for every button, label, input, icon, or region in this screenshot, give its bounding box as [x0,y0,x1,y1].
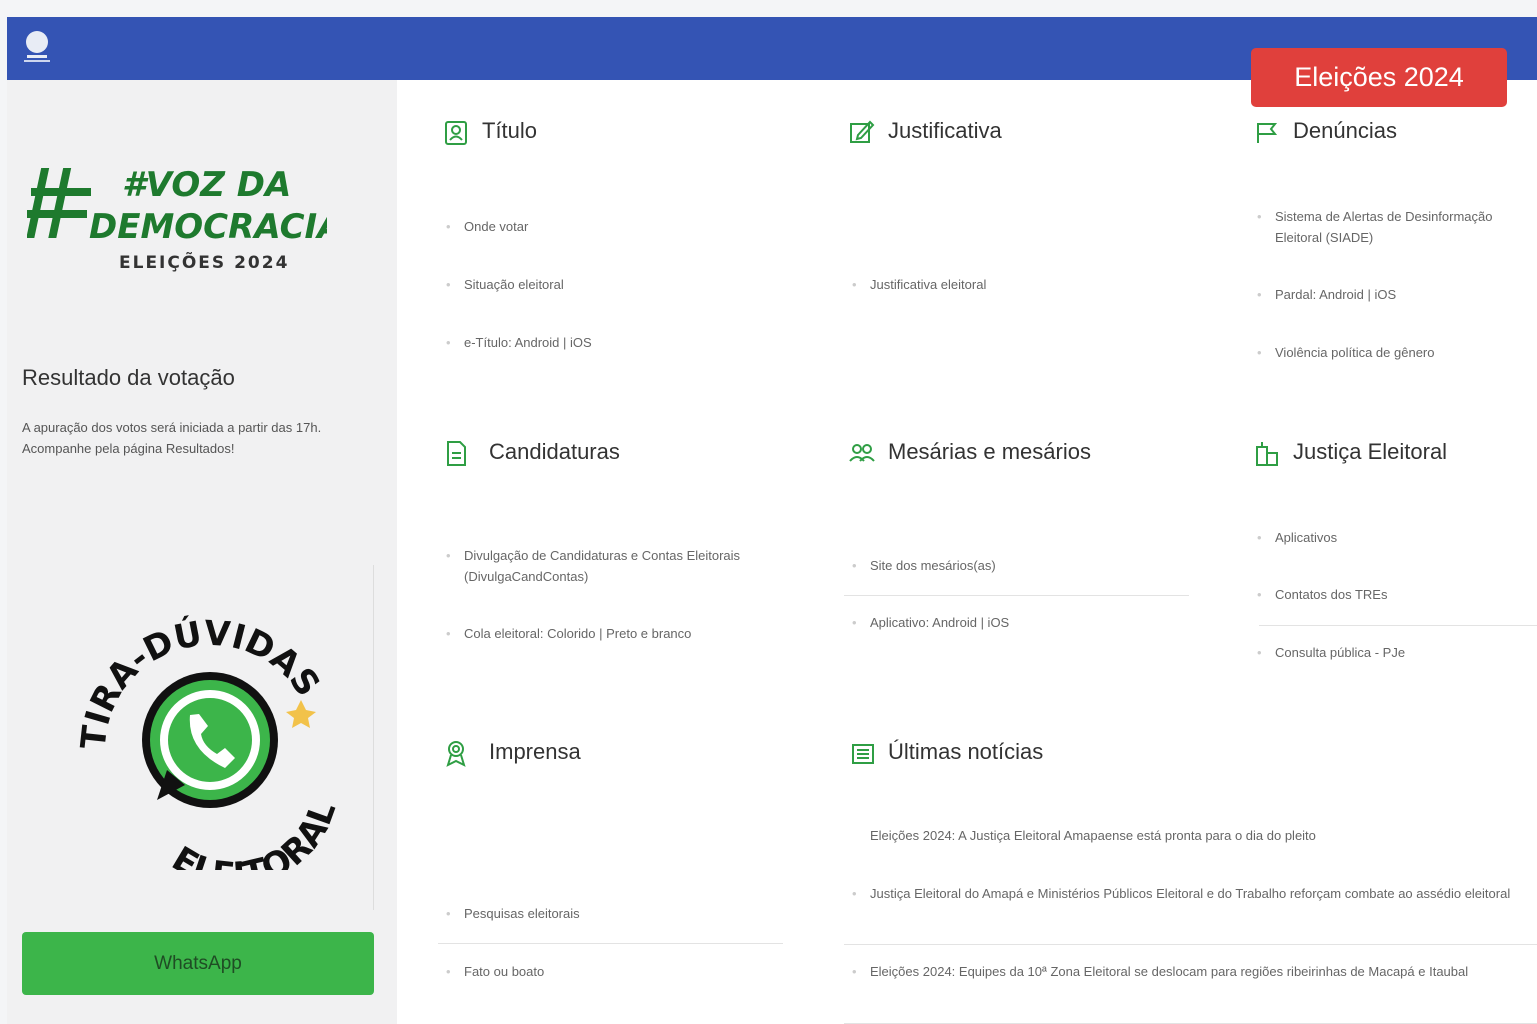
card-titulo-title: Título [482,118,538,143]
card-justificativa: Justificativa Justificativa eleitoral [840,104,1205,404]
result-heading: Resultado da votação [22,365,235,390]
card-mesarios-title: Mesárias e mesários [888,439,1091,464]
link-situacao-eleitoral[interactable]: Situação eleitoral [446,274,564,295]
whatsapp-button[interactable]: WhatsApp [22,932,374,995]
card-imprensa-title: Imprensa [489,739,581,764]
document-icon [447,441,466,466]
elections-2024-badge[interactable]: Eleições 2024 [1251,48,1507,107]
link-fato-ou-boato[interactable]: Fato ou boato [446,961,544,982]
link-onde-votar[interactable]: Onde votar [446,216,528,237]
card-justificativa-title: Justificativa [888,118,1002,143]
link-site-mesarios[interactable]: Site dos mesários(as) [852,555,996,576]
people-icon [849,444,875,462]
card-ultimas-noticias-title: Últimas notícias [888,739,1044,764]
link-aplicativo-mesarios[interactable]: Aplicativo: Android | iOS [852,612,1009,633]
campaign-subtitle: ELEIÇÕES 2024 [119,253,290,273]
card-candidaturas: Candidaturas Divulgação de Candidaturas … [434,425,799,705]
news-item[interactable]: Justiça Eleitoral do Amapá e Ministérios… [852,883,1535,904]
divider [844,595,1189,596]
main-content: Título Onde votar Situação eleitoral e-T… [397,80,1537,1024]
link-violencia-politica[interactable]: Violência política de gênero [1257,342,1434,363]
card-justica-eleitoral: Justiça Eleitoral Aplicativos Contatos d… [1245,425,1537,705]
link-consulta-publica[interactable]: Consulta pública - PJe [1257,642,1405,663]
divider [438,943,783,944]
edit-icon [850,120,875,143]
news-list-icon [852,744,874,764]
megaphone-icon [1257,123,1278,143]
link-aplicativos[interactable]: Aplicativos [1257,527,1337,548]
card-imprensa: Imprensa Pesquisas eleitorais Fato ou bo… [434,725,799,1024]
link-e-titulo[interactable]: e-Título: Android | iOS [446,332,592,353]
divider [844,944,1537,945]
news-item[interactable]: Eleições 2024: A Justiça Eleitoral Amapa… [870,825,1530,846]
card-mesarios: Mesárias e mesários Site dos mesários(as… [840,425,1205,705]
link-pardal[interactable]: Pardal: Android | iOS [1257,284,1396,305]
eleitoral-label: ELEITORAL [165,796,344,870]
campaign-title-line1: #VOZ DA [122,165,291,205]
card-denuncias-title: Denúncias [1293,118,1397,143]
card-candidaturas-title: Candidaturas [489,439,620,464]
campaign-title-line2: DEMOCRACIA [89,207,327,247]
link-justificativa-eleitoral[interactable]: Justificativa eleitoral [852,274,986,295]
tira-duvidas-whatsapp-badge[interactable]: TIRA-DÚVIDAS ELEITORAL [75,600,345,870]
id-card-icon [445,121,467,145]
divider [1259,625,1537,626]
link-contatos-tres[interactable]: Contatos dos TREs [1257,584,1388,605]
result-description[interactable]: A apuração dos votos será iniciada a par… [22,417,367,459]
card-ultimas-noticias: Últimas notícias Eleições 2024: A Justiç… [840,725,1537,1024]
sidebar: #VOZ DA DEMOCRACIA ELEIÇÕES 2024 Resulta… [7,80,397,1024]
card-titulo: Título Onde votar Situação eleitoral e-T… [434,104,799,404]
award-icon [446,741,466,767]
news-item[interactable]: Eleições 2024: Equipes da 10ª Zona Eleit… [852,961,1535,982]
card-justica-eleitoral-title: Justiça Eleitoral [1293,439,1448,464]
link-pesquisas-eleitorais[interactable]: Pesquisas eleitorais [446,903,580,924]
link-siade[interactable]: Sistema de Alertas de Desinformação Elei… [1257,206,1537,248]
link-divulgacandcontas[interactable]: Divulgação de Candidaturas e Contas Elei… [446,545,754,587]
tre-logo-icon[interactable] [21,29,53,65]
building-icon [1256,442,1278,466]
link-cola-eleitoral[interactable]: Cola eleitoral: Colorido | Preto e branc… [446,623,691,644]
svg-text:ELEITORAL: ELEITORAL [165,796,344,870]
card-denuncias: Denúncias Sistema de Alertas de Desinfor… [1245,104,1537,404]
